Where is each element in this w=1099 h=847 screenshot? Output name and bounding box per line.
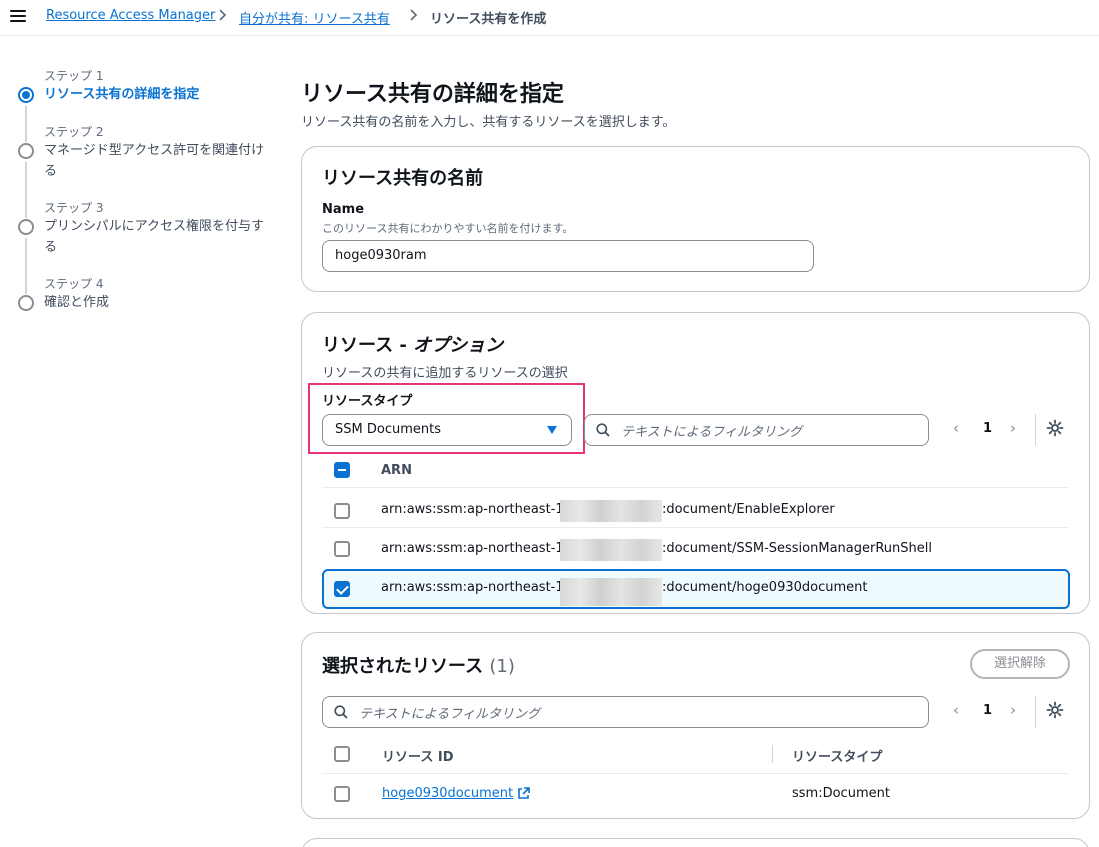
chevron-right-icon: [219, 9, 227, 21]
breadcrumb-item-shared[interactable]: 自分が共有: リソース共有: [239, 8, 390, 27]
page-title: リソース共有の詳細を指定: [301, 82, 564, 107]
divider: [322, 773, 1069, 774]
arn-prefix: arn:aws:ssm:ap-northeast-1: [381, 502, 564, 517]
search-icon: [596, 423, 610, 437]
divider: [1035, 414, 1036, 446]
next-panel-edge: [301, 838, 1090, 847]
arn-prefix: arn:aws:ssm:ap-northeast-1: [381, 541, 564, 556]
selected-filter-placeholder: テキストによるフィルタリング: [359, 707, 540, 722]
name-field-description: このリソース共有にわかりやすい名前を付けます。: [322, 222, 574, 235]
selected-filter-input[interactable]: テキストによるフィルタリング: [322, 696, 929, 728]
arn-suffix: :document/hoge0930document: [662, 580, 868, 595]
redacted-account-id: [560, 500, 662, 522]
menu-icon[interactable]: [10, 10, 26, 24]
resource-type-label: リソースタイプ: [322, 394, 413, 409]
gear-icon[interactable]: [1046, 701, 1064, 719]
step-4-title: 確認と作成: [44, 295, 110, 310]
step-4-indicator-icon: [18, 295, 34, 311]
caret-down-icon: [547, 426, 557, 434]
name-panel-title: リソース共有の名前: [322, 168, 484, 189]
resources-panel: リソース - オプション リソースの共有に追加するリソースの選択 リソースタイプ…: [301, 312, 1090, 614]
redacted-account-id: [560, 578, 662, 606]
resources-panel-title: リソース - オプション: [322, 335, 504, 356]
page-number[interactable]: 1: [983, 703, 992, 718]
chevron-right-icon: [410, 9, 418, 21]
page-number[interactable]: 1: [983, 421, 992, 436]
resources-panel-description: リソースの共有に追加するリソースの選択: [322, 366, 568, 381]
top-bar: Resource Access Manager 自分が共有: リソース共有 リソ…: [0, 0, 1099, 36]
divider: [322, 527, 1069, 528]
step-2-title: マネージド型アクセス許可を関連付ける: [44, 143, 265, 179]
divider: [1035, 696, 1036, 728]
resource-type-select[interactable]: SSM Documents: [322, 414, 572, 446]
arn-suffix: :document/SSM-SessionManagerRunShell: [662, 541, 932, 556]
arn-suffix: :document/EnableExplorer: [662, 502, 835, 517]
step-1-label: ステップ 1: [44, 69, 104, 83]
resource-filter-placeholder: テキストによるフィルタリング: [621, 425, 802, 440]
step-1-title[interactable]: リソース共有の詳細を指定: [44, 84, 274, 105]
chevron-right-icon[interactable]: ›: [1010, 419, 1016, 437]
step-3-label: ステップ 3: [44, 201, 104, 215]
column-header-arn: ARN: [381, 463, 412, 478]
external-link-icon[interactable]: [517, 787, 530, 800]
redacted-account-id: [560, 539, 662, 561]
step-2-label: ステップ 2: [44, 125, 104, 139]
deselect-button[interactable]: 選択解除: [970, 649, 1070, 679]
selected-resources-panel: 選択されたリソース (1) 選択解除 テキストによるフィルタリング ‹ 1 › …: [301, 632, 1090, 819]
row-checkbox[interactable]: [334, 503, 350, 519]
column-header-resource-type: リソースタイプ: [792, 750, 883, 765]
step-4-label: ステップ 4: [44, 277, 104, 291]
chevron-left-icon[interactable]: ‹: [953, 419, 959, 437]
select-all-checkbox[interactable]: [334, 462, 350, 478]
arn-prefix: arn:aws:ssm:ap-northeast-1: [381, 580, 564, 595]
name-input[interactable]: hoge0930ram: [322, 240, 814, 272]
chevron-left-icon[interactable]: ‹: [953, 701, 959, 719]
step-connector: [25, 238, 27, 294]
resource-filter-input[interactable]: テキストによるフィルタリング: [584, 414, 929, 446]
breadcrumb-item-ram[interactable]: Resource Access Manager: [46, 8, 215, 23]
page-description: リソース共有の名前を入力し、共有するリソースを選択します。: [301, 115, 676, 130]
step-1-indicator-icon: [18, 87, 34, 103]
breadcrumb-current: リソース共有を作成: [430, 12, 547, 27]
divider: [322, 487, 1069, 488]
column-resizer[interactable]: [772, 745, 773, 763]
selected-table-row[interactable]: arn:aws:ssm:ap-northeast-1 :document/hog…: [322, 569, 1070, 609]
column-header-resource-id: リソース ID: [382, 750, 454, 765]
step-3-title: プリンシパルにアクセス権限を付与する: [44, 219, 264, 255]
step-connector: [25, 106, 27, 142]
resource-type-value: SSM Documents: [335, 422, 441, 437]
row-checkbox[interactable]: [334, 786, 350, 802]
chevron-right-icon[interactable]: ›: [1010, 701, 1016, 719]
row-checkbox-checked[interactable]: [334, 581, 350, 597]
gear-icon[interactable]: [1046, 419, 1064, 437]
name-field-label: Name: [322, 202, 365, 217]
name-panel: リソース共有の名前 Name このリソース共有にわかりやすい名前を付けます。 h…: [301, 146, 1090, 292]
search-icon: [334, 705, 348, 719]
step-2-indicator-icon: [18, 143, 34, 159]
step-3-indicator-icon: [18, 219, 34, 235]
select-all-checkbox[interactable]: [334, 746, 350, 762]
row-checkbox[interactable]: [334, 541, 350, 557]
step-connector: [25, 162, 27, 218]
resource-id-link[interactable]: hoge0930document: [382, 786, 513, 801]
selected-panel-title: 選択されたリソース (1): [322, 656, 515, 677]
resource-type-cell: ssm:Document: [792, 786, 890, 801]
